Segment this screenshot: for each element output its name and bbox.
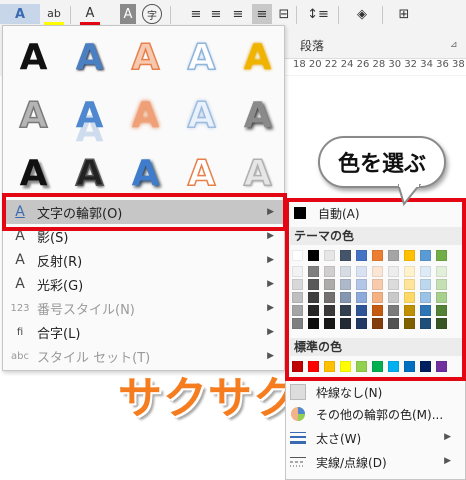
submenu-arrow-icon: ▶ (267, 303, 274, 313)
text-effect-gallery: AAAAAAAAAAAAAAA (3, 30, 284, 215)
ligature-icon: fi (16, 326, 24, 338)
stylistic-set-icon: abc (11, 350, 29, 362)
ribbon-separator (296, 6, 297, 24)
glow-icon: A (15, 276, 25, 292)
highlight-box-outline-item (2, 193, 287, 231)
char-shading-icon[interactable]: A (120, 4, 136, 24)
font-color-icon[interactable]: A (80, 4, 100, 25)
borders-icon[interactable]: ⊞ (394, 4, 414, 24)
text-effect-preset[interactable]: A (62, 88, 117, 143)
menu-item-stylistic-set-label: スタイル セット(T) (37, 350, 151, 366)
text-effect-preset[interactable]: A (6, 88, 61, 143)
text-effect-preset[interactable]: A (230, 30, 285, 85)
ribbon-separator (382, 6, 383, 24)
dialog-launcher-icon[interactable]: ⊿ (450, 40, 458, 50)
text-effect-preset[interactable]: A (62, 30, 117, 85)
text-effect-preset[interactable]: A (118, 88, 173, 143)
submenu-arrow-icon: ▶ (444, 432, 451, 442)
distributed-icon[interactable]: ⊟ (274, 4, 294, 24)
submenu-arrow-icon: ▶ (267, 231, 274, 241)
ribbon-separator (338, 6, 339, 24)
menu-item-more-outline-colors[interactable]: その他の輪郭の色(M)... (286, 403, 465, 425)
text-effect-preset[interactable]: A (118, 30, 173, 85)
number-style-icon: 123 (10, 302, 30, 314)
callout-tail (398, 184, 422, 207)
align-right-icon[interactable]: ≡ (228, 4, 248, 24)
text-effects-icon[interactable]: A (0, 4, 40, 24)
paragraph-group-label: 段落 (300, 39, 325, 53)
submenu-arrow-icon: ▶ (267, 279, 274, 289)
text-effect-preset[interactable]: A (174, 30, 229, 85)
menu-item-dashes-label: 実線/点線(D) (316, 456, 387, 470)
highlight-box-color-palette (285, 198, 466, 381)
menu-item-reflection[interactable]: A 反射(R) ▶ (3, 248, 284, 272)
align-left-icon[interactable]: ≡ (186, 4, 206, 24)
menu-item-weight[interactable]: 太さ(W) ▶ (286, 427, 465, 449)
menu-item-stylistic-set: abc スタイル セット(T) ▶ (3, 344, 284, 368)
shading-icon[interactable]: ◈ (352, 4, 372, 24)
menu-item-glow-label: 光彩(G) (37, 278, 84, 294)
text-effect-preset[interactable]: A (230, 88, 285, 143)
menu-item-number-style-label: 番号スタイル(N) (37, 302, 135, 318)
submenu-arrow-icon: ▶ (267, 255, 274, 265)
highlight-icon[interactable]: ab (44, 4, 64, 25)
menu-item-more-outline-colors-label: その他の輪郭の色(M)... (316, 408, 444, 422)
text-effect-preset[interactable]: A (6, 30, 61, 85)
ribbon-separator (170, 6, 171, 24)
submenu-arrow-icon: ▶ (267, 351, 274, 361)
menu-item-number-style: 123 番号スタイル(N) ▶ (3, 296, 284, 320)
reflection-icon: A (15, 252, 25, 268)
submenu-arrow-icon: ▶ (444, 456, 451, 466)
menu-item-no-outline[interactable]: 枠線なし(N) (286, 381, 465, 403)
callout-bubble: 色を選ぶ (318, 136, 446, 188)
menu-item-dashes[interactable]: 実線/点線(D) ▶ (286, 451, 465, 473)
document-text: サクサク (118, 373, 298, 424)
menu-item-weight-label: 太さ(W) (316, 432, 362, 446)
enclose-char-icon[interactable]: 字 (142, 4, 162, 24)
outline-options-submenu: 枠線なし(N) その他の輪郭の色(M)... 太さ(W) ▶ 実線/点線(D) ▶ (285, 381, 466, 480)
submenu-arrow-icon: ▶ (267, 327, 274, 337)
ribbon-separator (70, 6, 71, 24)
menu-item-ligature[interactable]: fi 合字(L) ▶ (3, 320, 284, 344)
menu-item-no-outline-label: 枠線なし(N) (316, 386, 383, 400)
line-spacing-icon[interactable]: ↕≡ (307, 4, 329, 24)
menu-item-glow[interactable]: A 光彩(G) ▶ (3, 272, 284, 296)
align-center-icon[interactable]: ≡ (206, 4, 226, 24)
justify-icon[interactable]: ≡ (252, 4, 272, 24)
text-effect-preset[interactable]: A (174, 88, 229, 143)
ruler: 18 20 22 24 26 28 30 32 34 36 38 (285, 58, 466, 75)
menu-item-ligature-label: 合字(L) (37, 326, 81, 342)
menu-item-reflection-label: 反射(R) (37, 254, 83, 270)
